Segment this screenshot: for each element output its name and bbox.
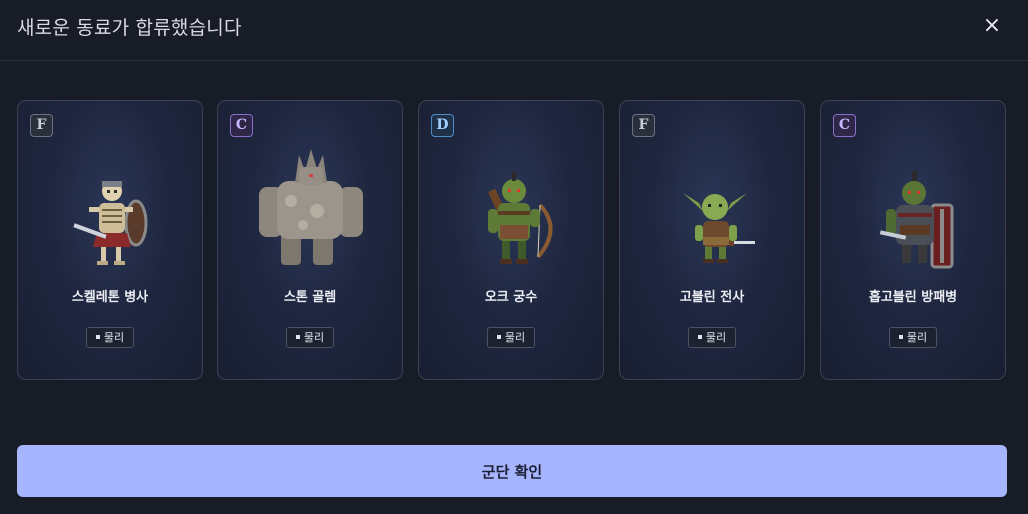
recruit-card-goblin-warrior[interactable]: F 고블린 전사 물리 <box>619 100 805 380</box>
grade-badge: C <box>833 114 856 137</box>
unit-name: 오크 궁수 <box>484 290 538 305</box>
bullet-icon <box>95 335 100 339</box>
grade-badge: D <box>431 114 454 137</box>
damage-type-label: 물리 <box>705 331 727 344</box>
skeleton-soldier-icon <box>51 141 171 271</box>
unit-name: 스켈레톤 병사 <box>71 290 149 305</box>
unit-name: 고블린 전사 <box>679 290 745 305</box>
unit-name: 스톤 골렘 <box>283 290 337 305</box>
close-icon[interactable]: × <box>978 12 1006 40</box>
damage-type-label: 물리 <box>906 331 928 344</box>
recruit-card-orc-archer[interactable]: D 오크 궁수 물리 <box>418 100 604 380</box>
bullet-icon <box>898 335 903 339</box>
recruit-card-list: F 스켈레톤 병사 물리 C 스톤 골렘 물리 D 오크 궁수 물리 F 고블린… <box>17 100 1007 380</box>
orc-archer-icon <box>452 141 572 271</box>
damage-type-tag: 물리 <box>688 327 736 348</box>
confirm-army-button[interactable]: 군단 확인 <box>17 445 1007 497</box>
recruit-card-skeleton-soldier[interactable]: F 스켈레톤 병사 물리 <box>17 100 203 380</box>
modal-header: 새로운 동료가 합류했습니다 × <box>0 0 1028 61</box>
grade-badge: F <box>632 114 655 137</box>
unit-name: 홉고블린 방패병 <box>868 290 958 305</box>
damage-type-label: 물리 <box>504 331 526 344</box>
grade-badge: C <box>230 114 253 137</box>
recruit-card-hobgoblin-shieldbearer[interactable]: C 홉고블린 방패병 물리 <box>820 100 1006 380</box>
recruit-card-stone-golem[interactable]: C 스톤 골렘 물리 <box>217 100 403 380</box>
damage-type-tag: 물리 <box>487 327 535 348</box>
damage-type-label: 물리 <box>303 331 325 344</box>
bullet-icon <box>295 335 300 339</box>
stone-golem-icon <box>251 141 371 271</box>
damage-type-tag: 물리 <box>286 327 334 348</box>
bullet-icon <box>697 335 702 339</box>
damage-type-tag: 물리 <box>86 327 134 348</box>
bullet-icon <box>496 335 501 339</box>
damage-type-label: 물리 <box>103 331 125 344</box>
hobgoblin-shieldbearer-icon <box>854 141 974 271</box>
modal-title: 새로운 동료가 합류했습니다 <box>17 17 242 39</box>
goblin-warrior-icon <box>653 141 773 271</box>
grade-badge: F <box>30 114 53 137</box>
damage-type-tag: 물리 <box>889 327 937 348</box>
